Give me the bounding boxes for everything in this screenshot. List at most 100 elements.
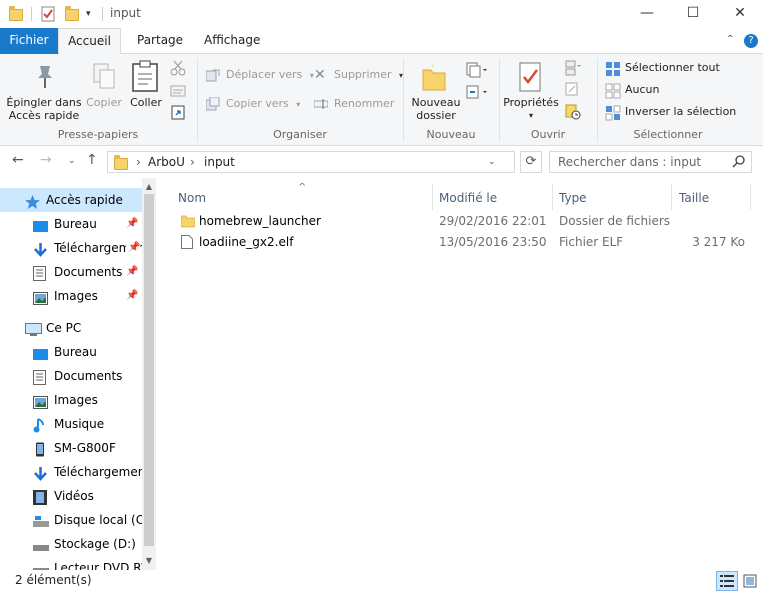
star-icon xyxy=(25,193,40,209)
music-icon xyxy=(33,417,48,433)
search-input[interactable] xyxy=(558,155,728,169)
nav-label: Images xyxy=(54,393,98,407)
nav-pc-desktop[interactable]: Bureau xyxy=(0,340,142,364)
file-name: homebrew_launcher xyxy=(199,214,321,228)
search-icon[interactable] xyxy=(732,154,746,171)
select-all-button[interactable]: Sélectionner tout xyxy=(605,59,720,77)
history-icon[interactable] xyxy=(565,104,581,123)
easy-access-icon[interactable] xyxy=(466,84,488,103)
tab-file[interactable]: Fichier xyxy=(0,28,58,54)
pin-quick-access-button[interactable]: Épingler dans Accès rapide xyxy=(4,96,84,122)
close-button[interactable]: ✕ xyxy=(717,0,763,28)
documents-icon xyxy=(33,265,48,281)
edit-icon[interactable] xyxy=(565,82,579,99)
documents-icon xyxy=(33,369,48,385)
nav-pc-dvd[interactable]: Lecteur DVD RW xyxy=(0,556,142,570)
new-item-icon[interactable] xyxy=(466,62,488,81)
chevron-up-icon[interactable]: ⌃ xyxy=(726,34,734,45)
copy-button[interactable]: Copier xyxy=(84,96,124,109)
nav-pc-downloads[interactable]: Téléchargements xyxy=(0,460,142,484)
properties-checkmark-icon[interactable] xyxy=(40,6,56,22)
group-label-new: Nouveau xyxy=(426,128,476,141)
nav-pc-images[interactable]: Images xyxy=(0,388,142,412)
nav-label: Stockage (D:) xyxy=(54,537,136,551)
breadcrumb-input[interactable]: input xyxy=(204,155,235,169)
maximize-button[interactable]: ☐ xyxy=(670,0,716,28)
copy-to-button[interactable]: Copier vers ▾ xyxy=(205,95,301,113)
customize-qat-dropdown-icon[interactable]: ▾ xyxy=(86,6,102,22)
select-all-label: Sélectionner tout xyxy=(625,61,720,74)
folder-icon xyxy=(114,155,128,170)
column-header-type[interactable]: Type xyxy=(559,184,587,212)
file-icon xyxy=(181,235,195,249)
address-toolbar: ← → ⌄ ↑ › ArboU › input ⌄ ⟳ xyxy=(0,147,763,177)
back-arrow-icon[interactable]: ← xyxy=(12,152,24,168)
select-none-button[interactable]: Aucun xyxy=(605,81,660,99)
nav-quick-downloads[interactable]: Téléchargements 📌 xyxy=(0,236,142,260)
nav-pc-music[interactable]: Musique xyxy=(0,412,142,436)
properties-button[interactable]: Propriétés ▾ xyxy=(503,96,559,122)
images-icon xyxy=(33,393,48,409)
column-header-modified[interactable]: Modifié le xyxy=(439,184,497,212)
search-box[interactable] xyxy=(549,151,752,173)
scroll-up-icon[interactable]: ▲ xyxy=(142,180,156,194)
invert-selection-label: Inverser la sélection xyxy=(625,105,737,118)
nav-pc-storage[interactable]: Stockage (D:) xyxy=(0,532,142,556)
cut-icon[interactable] xyxy=(170,60,186,79)
paste-shortcut-icon[interactable] xyxy=(170,104,186,123)
nav-label: Documents xyxy=(54,369,123,383)
large-icons-view-icon[interactable] xyxy=(739,571,761,591)
nav-pc-phone[interactable]: SM-G800F xyxy=(0,436,142,460)
nav-quick-desktop[interactable]: Bureau 📌 xyxy=(0,212,142,236)
tab-home[interactable]: Accueil xyxy=(58,28,121,55)
dropdown-arrow-icon: ▾ xyxy=(528,111,533,120)
nav-quick-documents[interactable]: Documents 📌 xyxy=(0,260,142,284)
delete-button[interactable]: ✕ Supprimer ▾ xyxy=(314,66,403,84)
file-modified: 13/05/2016 23:50 xyxy=(439,235,547,249)
move-to-button[interactable]: Déplacer vers ▾ xyxy=(205,66,314,84)
column-header-size[interactable]: Taille xyxy=(679,184,709,212)
address-dropdown-icon[interactable]: ⌄ xyxy=(488,157,496,167)
scroll-thumb[interactable] xyxy=(144,194,154,546)
up-arrow-icon[interactable]: ↑ xyxy=(86,152,98,168)
refresh-icon[interactable]: ⟳ xyxy=(520,151,542,173)
tab-share[interactable]: Partage xyxy=(125,28,195,54)
tab-view[interactable]: Affichage xyxy=(192,28,272,54)
nav-label: Ce PC xyxy=(46,321,82,335)
nav-pc-local-disk[interactable]: Disque local (C:) xyxy=(0,508,142,532)
nav-pc-documents[interactable]: Documents xyxy=(0,364,142,388)
nav-quick-images[interactable]: Images 📌 xyxy=(0,284,142,308)
scroll-down-icon[interactable]: ▼ xyxy=(142,554,156,568)
breadcrumb-separator: › xyxy=(136,155,141,169)
drive-icon xyxy=(33,537,49,551)
nav-label: SM-G800F xyxy=(54,441,116,455)
recent-locations-dropdown-icon[interactable]: ⌄ xyxy=(68,156,76,166)
pin-label-line1: Épingler dans xyxy=(6,96,82,109)
copy-path-icon[interactable] xyxy=(170,84,186,101)
navpane-scrollbar[interactable]: ▲ ▼ xyxy=(142,178,156,570)
rename-icon xyxy=(313,97,329,111)
nav-label: Musique xyxy=(54,417,105,431)
address-bar[interactable]: › ArboU › input ⌄ xyxy=(107,151,515,173)
new-folder-button[interactable]: Nouveau dossier xyxy=(406,96,466,122)
pin-icon: 📌 xyxy=(126,266,139,277)
paste-icon xyxy=(132,60,158,95)
dropdown-arrow-icon: ▾ xyxy=(296,100,301,109)
new-folder-icon[interactable] xyxy=(64,6,80,22)
rename-button[interactable]: Renommer xyxy=(313,95,394,113)
minimize-button[interactable]: — xyxy=(624,0,670,28)
invert-selection-button[interactable]: Inverser la sélection xyxy=(605,103,736,121)
details-view-icon[interactable] xyxy=(716,571,738,591)
breadcrumb-arbou[interactable]: ArboU xyxy=(148,155,185,169)
nav-quick-access[interactable]: Accès rapide xyxy=(0,188,142,212)
open-icon[interactable] xyxy=(565,60,581,79)
paste-button[interactable]: Coller xyxy=(126,96,166,109)
forward-arrow-icon[interactable]: → xyxy=(40,152,52,168)
nav-this-pc[interactable]: Ce PC xyxy=(0,316,142,340)
nav-pc-videos[interactable]: Vidéos xyxy=(0,484,142,508)
table-row[interactable]: homebrew_launcher 29/02/2016 22:01 Dossi… xyxy=(157,211,763,231)
pin-icon xyxy=(34,64,56,93)
help-icon[interactable]: ? xyxy=(744,34,758,48)
column-header-name[interactable]: Nom ^ xyxy=(178,182,432,212)
table-row[interactable]: loadiine_gx2.elf 13/05/2016 23:50 Fichie… xyxy=(157,232,763,252)
